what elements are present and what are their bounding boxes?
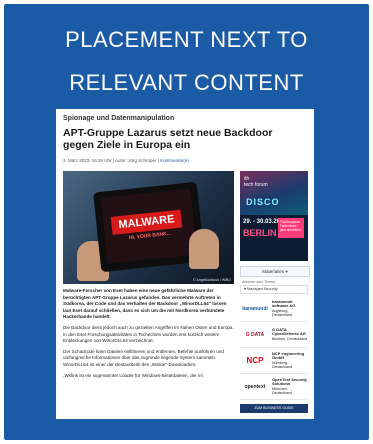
vendor-name: OpenText Security Solutions (272, 376, 308, 387)
sidebar-ad-banner[interactable]: ith tech forum DISCO 29. - 30.03.2023 BE… (240, 171, 308, 261)
ad-visual: ith tech forum DISCO (240, 171, 308, 215)
vendor-logo-gdata: G DATA (245, 331, 265, 338)
image-credit: © Angelika/stock / WiBO (193, 278, 231, 282)
comments-link[interactable]: Kommentar(e) (160, 158, 189, 163)
article-lead: Malware-Forscher von Eset haben eine neu… (63, 288, 227, 320)
vendor-list: Anbieter zum Thema ▾ Managed Security ba… (240, 279, 308, 413)
vendor-text: G DATA CyberDefense AG Bochum, Deutschla… (270, 327, 308, 341)
article-paragraph: „Wslink ist ein sogenannter Loader für W… (63, 372, 203, 378)
article-kicker: Spionage und Datenmanipulation (63, 115, 175, 122)
vendor-name: baramundi software AG (272, 298, 296, 309)
vendor-location: München, Deutschland (272, 386, 292, 395)
vendor-text: baramundi software AG Augsburg, Deutschl… (270, 298, 308, 317)
vendor-category-dropdown[interactable]: ▾ Managed Security (240, 285, 308, 294)
article-paragraph: Der Schadcode kann Dateien exfiltrieren … (63, 348, 224, 367)
article-hero-image: MALWARE HI, YOUR BANK... © Angelika/stoc… (63, 171, 234, 284)
vendor-item[interactable]: opentext OpenText Security Solutions Mün… (240, 374, 308, 400)
vendor-text: OpenText Security Solutions München, Deu… (270, 376, 308, 395)
vendor-logo-opentext: opentext (244, 383, 266, 390)
business-guide-button[interactable]: ZUM BUSINESS GUIDE (240, 404, 308, 413)
slide-headline-line1: PLACEMENT NEXT TO (65, 27, 308, 52)
vendor-item[interactable]: NCP NCP engineering GmbH Nürnberg, Deuts… (240, 348, 308, 374)
vendor-logo-ncp: NCP (246, 356, 264, 365)
vendor-name: G DATA CyberDefense AG (272, 327, 306, 337)
article-paragraph: Die Backdoor dient jedoch auch zu geziel… (63, 324, 234, 344)
article-body: Malware-Forscher von Eset haben eine neu… (63, 288, 235, 383)
vendor-location: Augsburg, Deutschland (272, 308, 292, 317)
article-screenshot: Spionage und Datenmanipulation APT-Grupp… (56, 109, 314, 419)
ad-brand-sub: tech forum (244, 182, 268, 188)
ad-city: BERLIN (243, 228, 277, 238)
vendor-name: NCP engineering GmbH (272, 350, 305, 361)
ad-visual-text: DISCO (246, 197, 280, 207)
slide-card: PLACEMENT NEXT TO RELEVANT CONTENT Spion… (4, 4, 369, 440)
right-hand (189, 229, 219, 269)
materials-toggle[interactable]: Materialien ▾ (240, 266, 310, 277)
article-title[interactable]: APT-Gruppe Lazarus setzt neue Backdoor g… (63, 127, 303, 151)
article-byline: 2. März 2023, 16:26 Uhr | Autor: Jörg Sc… (63, 158, 161, 163)
article-meta: 2. März 2023, 16:26 Uhr | Autor: Jörg Sc… (63, 158, 189, 163)
ad-logo: ith tech forum (244, 176, 268, 188)
vendor-text: NCP engineering GmbH Nürnberg, Deutschla… (270, 350, 308, 369)
slide-headline-line2: RELEVANT CONTENT (69, 70, 304, 95)
vendor-location: Bochum, Deutschland (272, 336, 308, 341)
vendor-location: Nürnberg, Deutschland (272, 360, 292, 369)
vendor-logo-baramundi: baramundi (242, 305, 268, 312)
tablet-screen: MALWARE HI, YOUR BANK... (100, 188, 198, 264)
vendor-item[interactable]: baramundi baramundi software AG Augsburg… (240, 296, 308, 322)
vendor-item[interactable]: G DATA G DATA CyberDefense AG Bochum, De… (240, 322, 308, 348)
ad-badge: Fachkongress · Fachmesse · jetzt anmelde… (278, 218, 304, 238)
